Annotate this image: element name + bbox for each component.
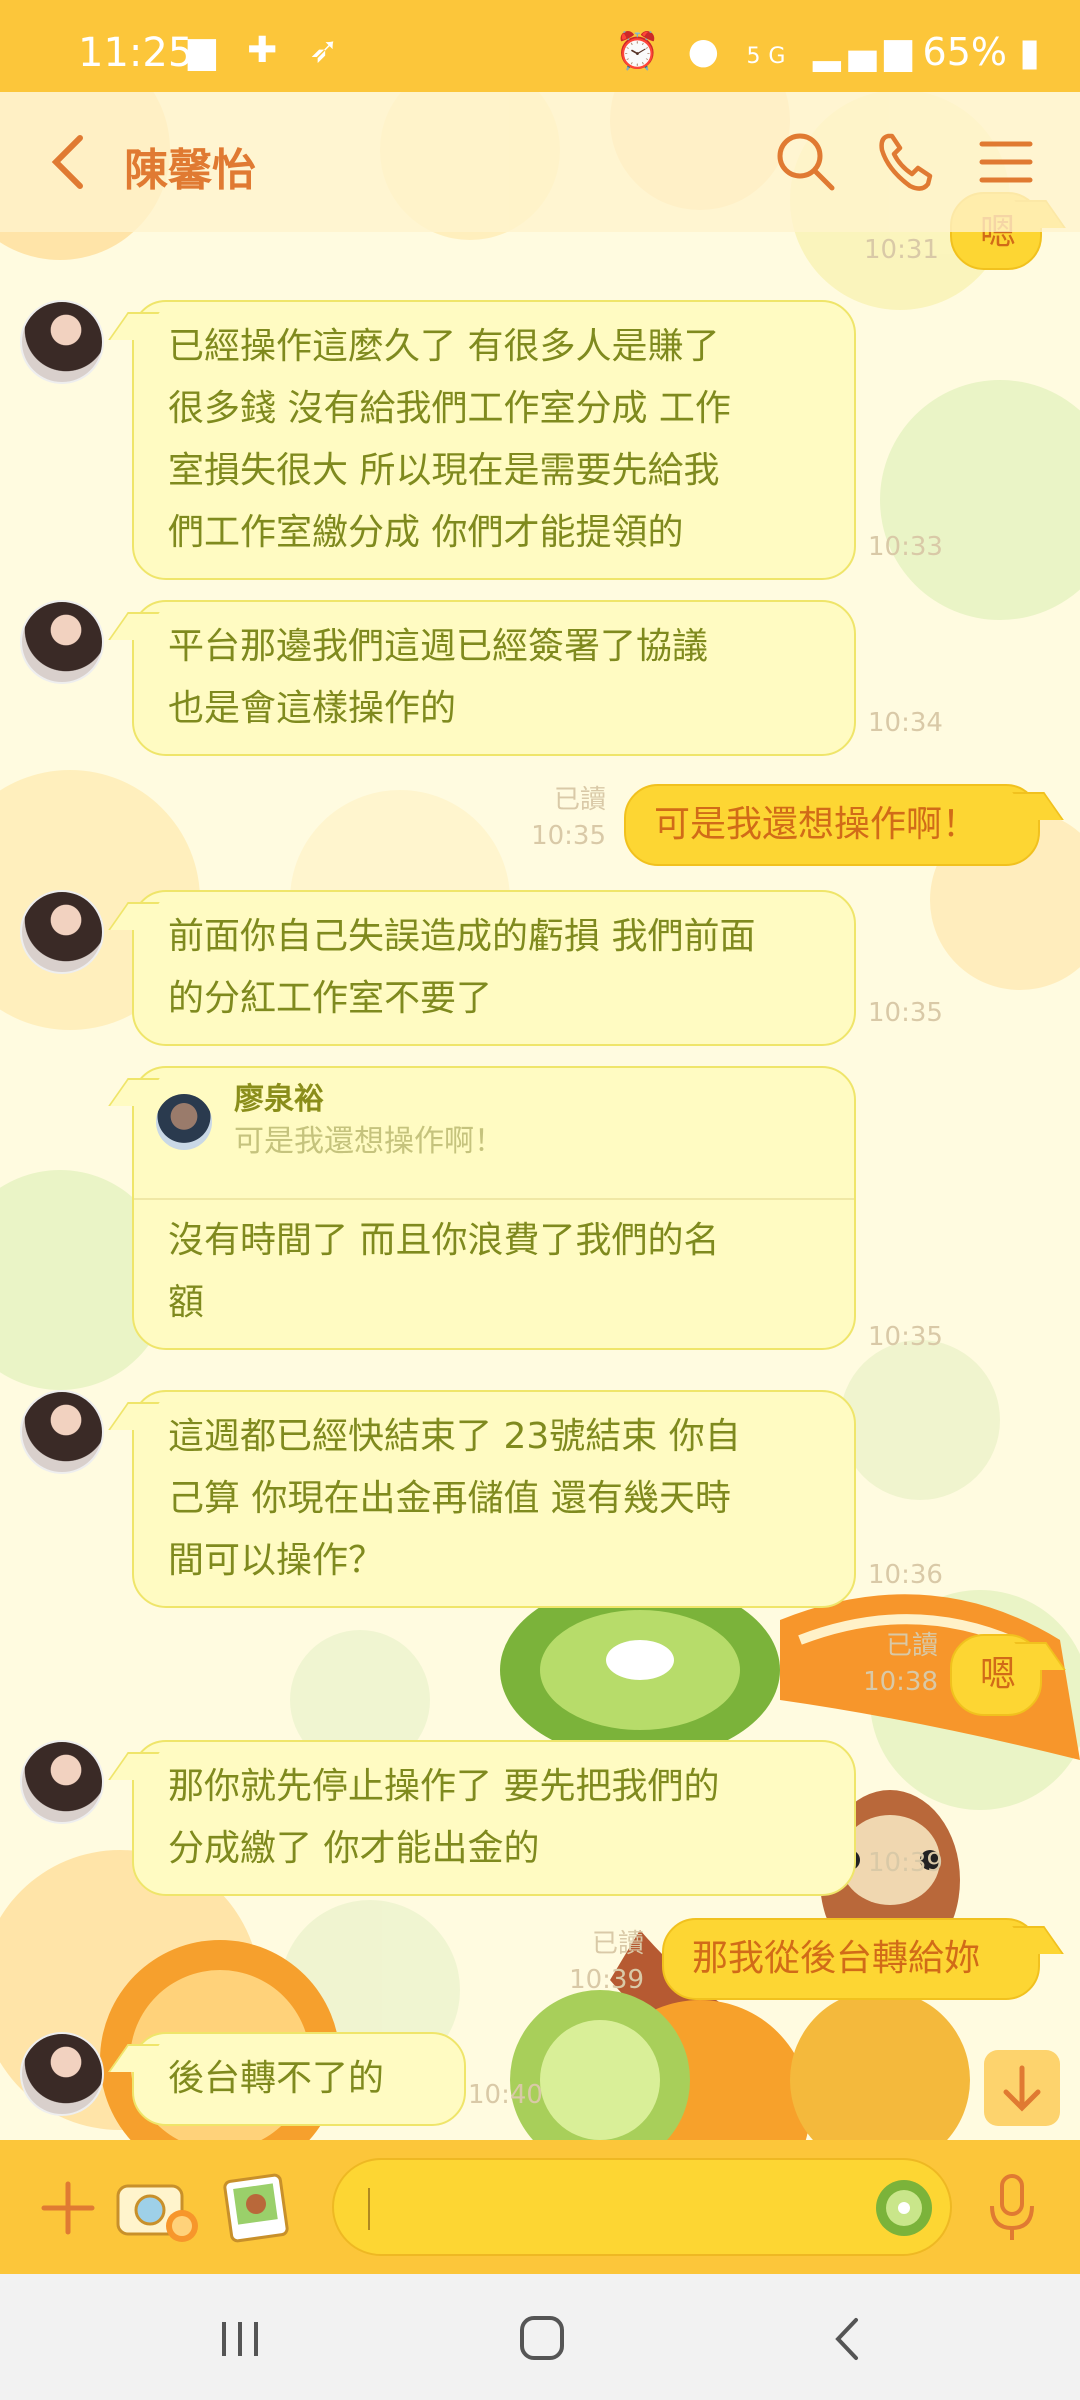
message-line: 的分紅工作室不要了 — [168, 978, 493, 1019]
message-line: 們工作室繳分成 你們才能提領的 — [168, 512, 684, 553]
incoming-message-bubble[interactable]: 那你就先停止操作了 要先把我們的 分成繳了 你才能出金的 — [132, 1740, 856, 1896]
contact-avatar[interactable] — [20, 600, 104, 684]
contact-avatar[interactable] — [20, 890, 104, 974]
outgoing-message-bubble[interactable]: 嗯 — [950, 1634, 1042, 1716]
message-time: 10:38 — [863, 1667, 938, 1697]
contact-avatar[interactable] — [20, 1740, 104, 1824]
incoming-message-bubble[interactable]: 已經操作這麼久了 有很多人是賺了 很多錢 沒有給我們工作室分成 工作 室損失很大… — [132, 300, 856, 580]
read-label: 已讀 — [553, 785, 606, 815]
gallery-icon[interactable] — [222, 2168, 292, 2248]
message-line: 那你就先停止操作了 要先把我們的 — [168, 1766, 720, 1807]
back-arrow-icon[interactable] — [40, 122, 100, 202]
message-time: 10:35 — [868, 998, 943, 1028]
system-navigation-bar — [0, 2274, 1080, 2400]
message-text: 那我從後台轉給妳 — [692, 1938, 981, 1979]
quoted-text: 可是我還想操作啊！ — [234, 1124, 504, 1159]
home-icon[interactable] — [512, 2312, 572, 2366]
message-time: 10:33 — [868, 532, 943, 562]
message-time: 10:39 — [569, 1965, 644, 1995]
message-text: 可是我還想操作啊！ — [654, 804, 979, 845]
contact-avatar[interactable] — [20, 300, 104, 384]
back-nav-icon[interactable] — [818, 2312, 878, 2366]
alarm-icon: ⏰ — [615, 31, 669, 72]
incoming-message-bubble[interactable]: 前面你自己失誤造成的虧損 我們前面 的分紅工作室不要了 — [132, 890, 856, 1046]
recent-apps-icon[interactable] — [210, 2314, 270, 2364]
message-time: 10:40 — [468, 2080, 543, 2110]
quoted-message[interactable]: 廖泉裕 可是我還想操作啊！ — [134, 1068, 854, 1200]
battery-level: 65% — [922, 30, 1007, 74]
outgoing-message-bubble[interactable]: 可是我還想操作啊！ — [624, 784, 1040, 866]
message-line: 已經操作這麼久了 有很多人是賺了 — [168, 326, 720, 367]
message-notification-icon: ▆ — [188, 30, 226, 71]
message-time: 10:35 — [531, 821, 606, 851]
message-line: 平台那邊我們這週已經簽署了協議 — [168, 626, 709, 667]
microphone-icon[interactable] — [980, 2170, 1044, 2246]
read-receipt: 已讀 10:35 — [530, 782, 606, 854]
read-receipt: 已讀 10:38 — [862, 1628, 938, 1700]
message-line: 這週都已經快結束了 23號結束 你自 — [168, 1416, 741, 1457]
camera-icon[interactable] — [112, 2168, 202, 2248]
battery-icon: ▮ — [1019, 30, 1040, 74]
message-time: 10:36 — [868, 1560, 943, 1590]
message-line: 間可以操作？ — [168, 1540, 385, 1581]
message-line: 分成繳了 你才能出金的 — [168, 1828, 540, 1869]
phone-call-icon[interactable] — [870, 126, 942, 198]
outgoing-message-bubble[interactable]: 那我從後台轉給妳 — [662, 1918, 1040, 2000]
contact-avatar[interactable] — [20, 1390, 104, 1474]
plus-icon[interactable] — [36, 2176, 100, 2240]
quoted-sender-name: 廖泉裕 — [234, 1082, 324, 1117]
message-time: 10:31 — [864, 235, 939, 265]
message-line: 額 — [168, 1282, 205, 1323]
read-label: 已讀 — [885, 1631, 938, 1661]
incoming-message-bubble[interactable]: 後台轉不了的 — [132, 2032, 466, 2126]
signal-icon: ▂▄▆ — [812, 31, 920, 72]
chat-message-list[interactable]: 嗯 10:31 已經操作這麼久了 有很多人是賺了 很多錢 沒有給我們工作室分成 … — [0, 192, 1080, 2140]
quoted-sender-avatar — [156, 1094, 212, 1150]
scroll-to-bottom-arrow-icon[interactable] — [984, 2050, 1060, 2126]
system-icons: ⏰ ● 5G ▂▄▆ — [615, 30, 920, 72]
rocket-icon: ➶ — [308, 30, 349, 71]
read-receipt: 已讀 10:39 — [568, 1926, 644, 1998]
message-line: 室損失很大 所以現在是需要先給我 — [168, 450, 720, 491]
chat-header: 陳馨怡 — [0, 92, 1080, 232]
search-icon[interactable] — [770, 126, 842, 198]
incoming-message-bubble[interactable]: 這週都已經快結束了 23號結束 你自 己算 你現在出金再儲值 還有幾天時 間可以… — [132, 1390, 856, 1608]
message-line: 也是會這樣操作的 — [168, 688, 457, 729]
message-input[interactable] — [332, 2158, 952, 2256]
kiwi-sticker-icon[interactable] — [872, 2176, 936, 2240]
message-time: 10:39 — [868, 1848, 943, 1878]
medical-plus-icon: ✚ — [247, 30, 288, 71]
message-line: 己算 你現在出金再儲值 還有幾天時 — [168, 1478, 731, 1519]
contact-avatar[interactable] — [20, 2032, 104, 2116]
status-bar: 11:25 ▆ ✚ ➶ ⏰ ● 5G ▂▄▆ 65% ▮ — [0, 0, 1080, 92]
message-time: 10:35 — [868, 1322, 943, 1352]
message-line: 前面你自己失誤造成的虧損 我們前面 — [168, 916, 756, 957]
contact-name[interactable]: 陳馨怡 — [124, 134, 256, 198]
message-line: 沒有時間了 而且你浪費了我們的名 — [168, 1220, 720, 1261]
incoming-message-bubble[interactable]: 平台那邊我們這週已經簽署了協議 也是會這樣操作的 — [132, 600, 856, 756]
location-icon: ● — [687, 31, 727, 72]
read-label: 已讀 — [591, 1929, 644, 1959]
battery-indicator: 65% ▮ — [923, 30, 1040, 74]
message-input-bar — [0, 2140, 1080, 2274]
message-time: 10:34 — [868, 708, 943, 738]
message-text: 嗯 — [980, 1654, 1017, 1695]
notification-icons: ▆ ✚ ➶ — [188, 30, 349, 71]
status-time: 11:25 — [78, 30, 194, 76]
menu-icon[interactable] — [970, 126, 1042, 198]
message-line: 後台轉不了的 — [168, 2058, 385, 2099]
text-cursor — [368, 2188, 370, 2230]
network-type: 5G — [746, 44, 794, 69]
incoming-message-bubble[interactable]: 廖泉裕 可是我還想操作啊！ 沒有時間了 而且你浪費了我們的名 額 — [132, 1066, 856, 1350]
message-line: 很多錢 沒有給我們工作室分成 工作 — [168, 388, 731, 429]
